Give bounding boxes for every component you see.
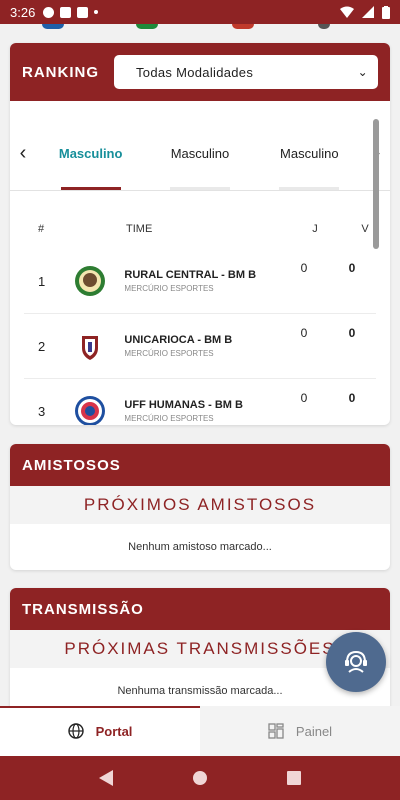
support-fab[interactable] [326, 632, 386, 692]
system-navigation-bar [0, 756, 400, 800]
ranking-scrollbar[interactable] [373, 119, 379, 249]
wins-value: 0 [348, 326, 356, 340]
sd-card-icon [77, 6, 89, 18]
amistosos-header: AMISTOSOS [10, 444, 390, 486]
table-row[interactable]: 3 UFF HUMANAS - BM B MERCÚRIO ESPORTES 0… [24, 379, 376, 425]
row-position: 1 [38, 273, 46, 289]
nav-portal[interactable]: Portal [0, 706, 200, 756]
col-v-header: V [361, 223, 369, 235]
nav-painel-label: Painel [295, 723, 333, 739]
amistosos-title: AMISTOSOS [22, 456, 121, 474]
team-org: MERCÚRIO ESPORTES [124, 414, 214, 423]
battery-icon [382, 5, 390, 19]
tab-masculino-1[interactable]: Masculino [36, 117, 145, 190]
games-value: 0 [300, 261, 308, 275]
ranking-card: RANKING Todas Modalidades ⌄ ‹ Masculino … [10, 43, 390, 425]
tab-masculino-3[interactable]: Masculino [255, 117, 364, 190]
amistosos-subtitle: PRÓXIMOS AMISTOSOS [10, 486, 390, 524]
col-j-header: J [312, 223, 318, 235]
notification-icon [43, 6, 55, 18]
globe-icon [67, 723, 84, 739]
amistosos-empty-text: Nenhum amistoso marcado... [128, 541, 272, 553]
back-icon[interactable] [99, 770, 114, 786]
tab-label: Masculino [58, 146, 123, 161]
team-name: RURAL CENTRAL - BM B [124, 269, 257, 281]
bottom-navigation: Portal Painel [0, 706, 400, 756]
team-logo-uff-humanas [75, 396, 106, 425]
team-logo-rural-central [75, 266, 106, 296]
wins-value: 0 [348, 261, 356, 275]
security-icon [60, 6, 72, 18]
tab-masculino-2[interactable]: Masculino [145, 117, 254, 190]
category-tabs: ‹ Masculino Masculino Masculino › [10, 117, 390, 191]
nav-painel[interactable]: Painel [200, 706, 400, 756]
recents-icon[interactable] [286, 771, 301, 785]
headset-support-icon [345, 650, 367, 673]
col-pos-header: # [38, 223, 45, 235]
team-logo-unicarioca [82, 336, 99, 360]
team-name: UFF HUMANAS - BM B [124, 399, 243, 411]
games-value: 0 [300, 326, 308, 340]
status-time: 3:26 [10, 4, 36, 20]
team-org: MERCÚRIO ESPORTES [124, 349, 214, 358]
signal-icon [362, 6, 374, 18]
status-bar: 3:26 [0, 0, 400, 24]
tab-label: Masculino [170, 146, 230, 161]
wifi-icon [340, 6, 354, 18]
chevron-left-icon[interactable]: ‹ [10, 142, 36, 165]
nav-portal-label: Portal [95, 723, 133, 739]
team-name: UNICARIOCA - BM B [124, 334, 233, 346]
ranking-table-header: # TIME J V [10, 209, 390, 249]
amistosos-card: AMISTOSOS PRÓXIMOS AMISTOSOS Nenhum amis… [10, 444, 390, 570]
dashboard-icon [268, 723, 284, 739]
col-team-header: TIME [126, 223, 153, 235]
home-icon[interactable] [192, 770, 208, 786]
modality-select[interactable]: Todas Modalidades ⌄ [114, 55, 378, 89]
modality-select-value: Todas Modalidades [136, 64, 254, 80]
table-row[interactable]: 1 RURAL CENTRAL - BM B MERCÚRIO ESPORTES… [24, 249, 376, 314]
row-position: 2 [38, 338, 46, 354]
partially-hidden-content [0, 24, 400, 34]
ranking-title: RANKING [22, 63, 99, 81]
dot-icon [94, 10, 99, 14]
games-value: 0 [300, 391, 308, 405]
transmissao-title: TRANSMISSÃO [22, 600, 144, 618]
transmissao-header: TRANSMISSÃO [10, 588, 390, 630]
row-position: 3 [38, 403, 46, 419]
ranking-header: RANKING Todas Modalidades ⌄ [10, 43, 390, 101]
team-org: MERCÚRIO ESPORTES [124, 284, 214, 293]
chevron-down-icon: ⌄ [357, 65, 368, 79]
tab-label: Masculino [280, 146, 339, 161]
main-scroll[interactable]: RANKING Todas Modalidades ⌄ ‹ Masculino … [0, 24, 400, 706]
wins-value: 0 [348, 391, 356, 405]
table-row[interactable]: 2 UNICARIOCA - BM B MERCÚRIO ESPORTES 0 … [24, 314, 376, 379]
